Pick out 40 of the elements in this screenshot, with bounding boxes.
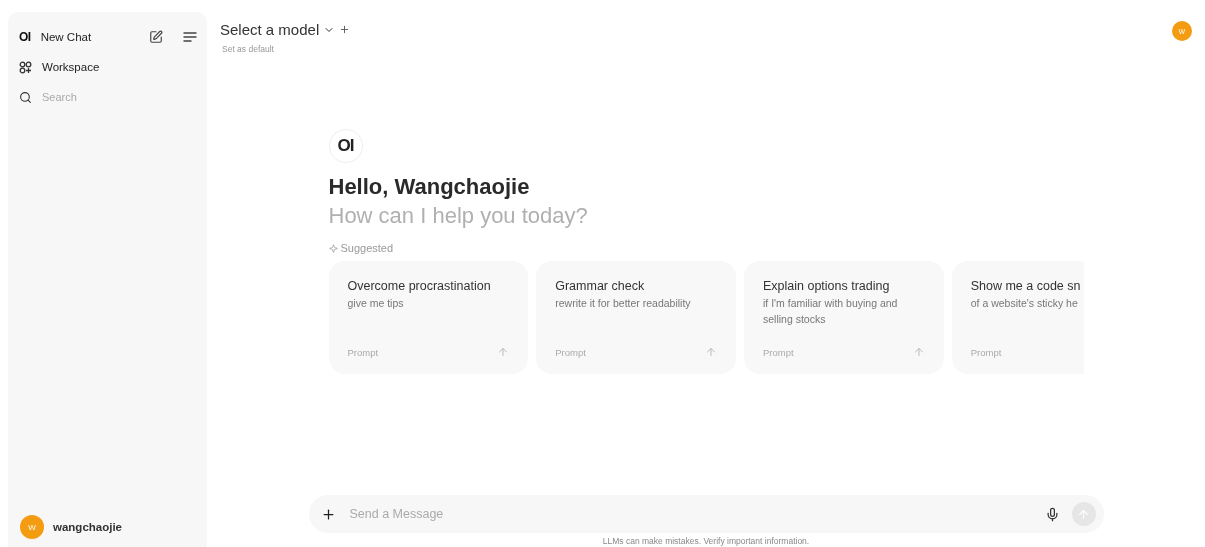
arrow-up-icon [497, 346, 510, 358]
add-model-icon[interactable] [339, 24, 351, 35]
prompt-tag: Prompt [970, 347, 1002, 358]
add-icon[interactable] [320, 506, 336, 522]
new-chat-link[interactable]: New Chat [40, 31, 92, 43]
prompt-tag: Prompt [762, 346, 794, 358]
search-icon [19, 90, 32, 104]
message-input[interactable]: Send a Message [347, 506, 1033, 522]
model-select[interactable]: Select a model [220, 21, 336, 38]
workspace-icon [19, 60, 32, 74]
suggestion-subtitle: rewrite it for better readability [555, 296, 692, 311]
suggestion-subtitle: give me tips [347, 296, 405, 311]
prompt-tag: Prompt [347, 346, 379, 358]
search-field[interactable]: Search [42, 91, 182, 103]
logo: OI [19, 30, 31, 44]
suggestion-card[interactable]: Explain options trading if I'm familiar with buying and selling stocks Prompt [743, 261, 944, 374]
microphone-icon[interactable] [1044, 506, 1060, 522]
sidebar-item[interactable]: Workspace [42, 61, 100, 73]
sparkle-icon [328, 243, 338, 253]
message-field[interactable]: Send a Message [308, 495, 1104, 533]
menu-button[interactable] [183, 31, 197, 43]
suggestion-subtitle: of a website's sticky he [970, 296, 1079, 311]
suggestion-title: Show me a code sn [970, 279, 1082, 293]
suggestion-card[interactable]: Grammar check rewrite it for better readability Prompt [536, 261, 736, 374]
suggestion-subtitle: if I'm familiar with buying and selling stocks [762, 296, 899, 327]
prompt-tag: Prompt [555, 346, 586, 358]
suggestion-title: Overcome procrastination [347, 279, 492, 293]
arrow-up-icon [912, 346, 925, 358]
suggestion-title: Explain options trading [762, 279, 891, 293]
disclaimer-text: LLMs can make mistakes. Verify important information. [602, 536, 810, 546]
greeting-title: Hello, Wangchaojie [328, 174, 531, 200]
suggestion-card[interactable]: Overcome procrastination give me tips Prompt [328, 261, 529, 374]
suggested-label: Suggested [340, 242, 394, 254]
suggestion-title: Grammar check [555, 279, 646, 293]
user-name[interactable]: wangchaojie [53, 521, 123, 533]
greeting-subtitle: How can I help you today? [328, 203, 589, 229]
new-chat-icon[interactable] [149, 30, 163, 44]
arrow-up-icon [1077, 507, 1090, 521]
arrow-up-icon [704, 346, 717, 358]
suggestion-card[interactable]: Show me a code sn of a website's sticky he Prompt [951, 261, 1084, 374]
